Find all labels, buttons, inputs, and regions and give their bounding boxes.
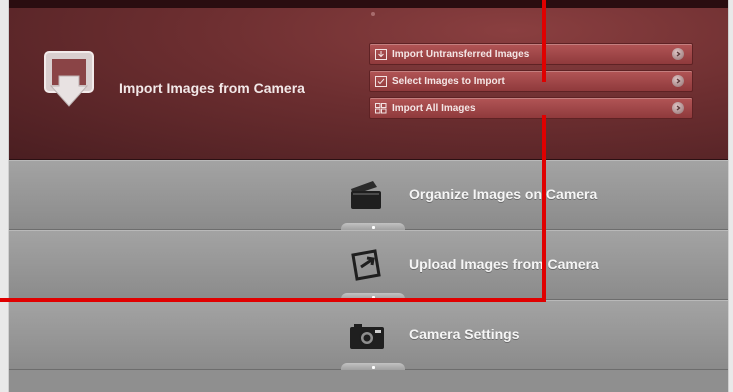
camera-settings-row[interactable]: Camera Settings: [9, 300, 728, 371]
import-untransferred-label: Import Untransferred Images: [392, 48, 530, 60]
import-camera-icon: [44, 51, 94, 107]
organize-images-label: Organize Images on Camera: [409, 186, 598, 202]
select-images-icon: [370, 75, 392, 87]
callout-line-horizontal: [0, 298, 546, 302]
callout-line-vertical: [542, 115, 546, 302]
upload-web-icon: [351, 249, 381, 281]
import-untransferred-button[interactable]: Import Untransferred Images: [369, 43, 693, 65]
import-title: Import Images from Camera: [119, 80, 305, 96]
import-untransferred-icon: [370, 48, 392, 60]
organize-images-row[interactable]: Organize Images on Camera: [9, 160, 728, 231]
select-images-button[interactable]: Select Images to Import: [369, 70, 693, 92]
import-all-label: Import All Images: [392, 102, 476, 114]
callout-line-top: [542, 0, 546, 82]
app-window: Import Images from Camera Import Untrans…: [8, 0, 729, 392]
bottom-strip: [9, 370, 728, 392]
upload-images-row[interactable]: Upload Images from Camera: [9, 230, 728, 301]
camera-settings-label: Camera Settings: [409, 326, 520, 342]
select-images-label: Select Images to Import: [392, 75, 505, 87]
import-panel: Import Images from Camera Import Untrans…: [9, 0, 728, 160]
upload-images-label: Upload Images from Camera: [409, 256, 599, 272]
import-all-icon: [370, 102, 392, 114]
chevron-right-icon: [672, 75, 684, 87]
import-options: Import Untransferred Images Select Image…: [369, 43, 693, 124]
import-all-button[interactable]: Import All Images: [369, 97, 693, 119]
chevron-right-icon: [672, 102, 684, 114]
camera-icon: [350, 324, 384, 349]
panel-dot: [371, 12, 375, 16]
chevron-right-icon: [672, 48, 684, 60]
organize-folder-icon: [351, 181, 381, 209]
